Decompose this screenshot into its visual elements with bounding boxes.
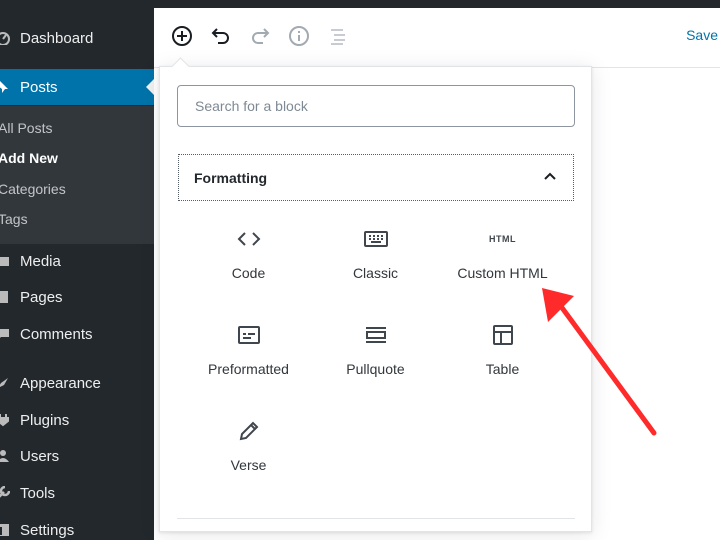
sidebar-item-label: Users	[20, 447, 60, 465]
sidebar-item-settings[interactable]: Settings	[0, 512, 154, 540]
page-icon	[0, 291, 8, 303]
dashboard-icon	[0, 32, 10, 45]
wrench-icon	[0, 486, 10, 498]
sidebar-item-plugins[interactable]: Plugins	[0, 402, 154, 438]
block-code[interactable]: Code	[185, 213, 312, 295]
block-label: Custom HTML	[457, 265, 548, 281]
sidebar-item-users[interactable]: Users	[0, 438, 154, 474]
user-icon	[0, 450, 9, 462]
undo-icon	[211, 28, 229, 44]
sidebar-item-pages[interactable]: Pages	[0, 279, 154, 315]
paintbrush-icon	[0, 378, 8, 387]
sidebar-item-label: Dashboard	[20, 29, 94, 47]
pushpin-icon	[0, 81, 8, 93]
panel-divider	[177, 518, 575, 519]
keyboard-icon	[363, 225, 388, 253]
pencil-icon	[238, 417, 260, 445]
preformatted-icon	[237, 321, 261, 349]
block-label: Preformatted	[208, 361, 289, 377]
block-verse[interactable]: Verse	[185, 405, 312, 487]
table-icon	[492, 321, 514, 349]
settings-icon	[0, 524, 9, 536]
content-info-button[interactable]	[287, 24, 311, 48]
block-label: Verse	[230, 457, 267, 473]
posts-submenu: All Posts Add New Categories Tags	[0, 106, 154, 244]
block-classic[interactable]: Classic	[312, 213, 439, 295]
sidebar-item-tools[interactable]: Tools	[0, 475, 154, 511]
panel-title: Formatting	[194, 169, 268, 186]
chevron-up-icon	[544, 172, 556, 180]
block-search-input[interactable]	[177, 85, 575, 127]
plus-circle-icon	[172, 26, 192, 46]
block-pullquote[interactable]: Pullquote	[312, 309, 439, 391]
sidebar-item-label: Media	[20, 252, 61, 270]
sidebar-item-label: Plugins	[20, 411, 70, 429]
block-preformatted[interactable]: Preformatted	[185, 309, 312, 391]
block-custom-html[interactable]: HTML Custom HTML	[439, 213, 566, 295]
block-table[interactable]: Table	[439, 309, 566, 391]
sidebar-item-label: Appearance	[20, 374, 101, 392]
pullquote-icon	[364, 321, 388, 349]
sidebar-item-label: Settings	[20, 521, 75, 539]
info-icon	[289, 26, 309, 46]
block-inserter-popover: Formatting Code Classic HTML Custom HTML…	[159, 66, 592, 532]
admin-sidebar: Dashboard Posts All Posts Add New Catego…	[0, 0, 154, 540]
editor-toolbar: Save	[154, 8, 720, 68]
submenu-item-add-new[interactable]: Add New	[0, 150, 58, 166]
sidebar-item-appearance[interactable]: Appearance	[0, 365, 154, 401]
sidebar-item-dashboard[interactable]: Dashboard	[0, 20, 154, 56]
block-label: Code	[231, 265, 266, 281]
submenu-item-categories[interactable]: Categories	[0, 181, 66, 197]
sidebar-item-label: Posts	[20, 78, 58, 96]
sidebar-item-media[interactable]: Media	[0, 243, 154, 279]
redo-button[interactable]	[248, 24, 272, 48]
sidebar-item-label: Tools	[20, 484, 56, 502]
block-label: Table	[485, 361, 520, 377]
sidebar-item-posts[interactable]: Posts	[0, 69, 154, 105]
redo-icon	[252, 28, 270, 44]
submenu-item-all-posts[interactable]: All Posts	[0, 120, 52, 136]
sidebar-item-label: Comments	[20, 325, 93, 343]
submenu-item-tags[interactable]: Tags	[0, 211, 28, 227]
sidebar-item-label: Pages	[20, 288, 63, 306]
undo-button[interactable]	[209, 24, 233, 48]
block-label: Classic	[352, 265, 399, 281]
save-draft-button[interactable]: Save	[686, 27, 718, 43]
media-icon	[0, 257, 9, 266]
block-label: Pullquote	[346, 361, 405, 377]
code-icon	[237, 225, 261, 253]
html-icon: HTML	[489, 234, 516, 244]
comment-icon	[0, 329, 9, 338]
sidebar-item-comments[interactable]: Comments	[0, 316, 154, 352]
add-block-button[interactable]	[170, 24, 194, 48]
plugin-icon	[0, 414, 9, 427]
list-icon	[331, 29, 345, 45]
formatting-panel-toggle[interactable]: Formatting	[178, 154, 574, 201]
block-navigation-button[interactable]	[326, 24, 350, 48]
